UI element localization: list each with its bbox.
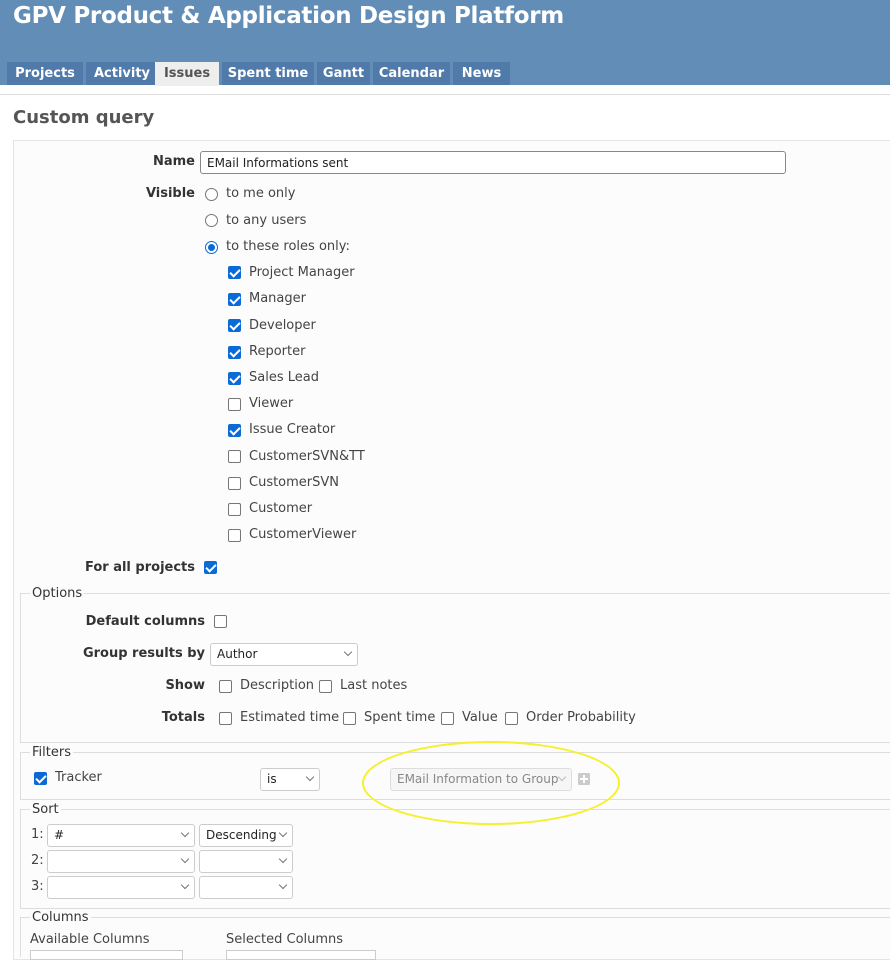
show-last-notes-checkbox[interactable]	[319, 680, 332, 693]
visibility-radio-any-users[interactable]	[205, 214, 218, 227]
totals-order-probability-checkbox[interactable]	[505, 712, 518, 725]
role-checkbox-issue-creator[interactable]	[228, 424, 241, 437]
role-label: Viewer	[249, 396, 294, 411]
chevron-down-icon	[180, 854, 190, 864]
all-projects-checkbox[interactable]	[204, 561, 217, 574]
show-description-label: Description	[240, 678, 315, 693]
chevron-down-icon	[305, 772, 315, 782]
sort-field-value: #	[54, 828, 65, 842]
visibility-radio-roles-only[interactable]	[205, 241, 218, 254]
role-label: Sales Lead	[249, 370, 319, 385]
tab-calendar[interactable]: Calendar	[373, 62, 450, 85]
sort-order-select-3[interactable]	[199, 876, 293, 899]
default-columns-checkbox[interactable]	[214, 615, 227, 628]
sort-index: 2:	[31, 853, 44, 868]
show-last-notes-label: Last notes	[340, 678, 408, 693]
role-label: CustomerSVN&TT	[249, 449, 365, 464]
sort-order-value: Descending	[206, 828, 277, 842]
filter-operator-value: is	[267, 772, 277, 786]
sort-index: 3:	[31, 879, 44, 894]
filters-legend: Filters	[30, 745, 73, 760]
selected-columns-list[interactable]	[226, 950, 376, 960]
chevron-down-icon	[278, 828, 288, 838]
chevron-down-icon	[343, 647, 353, 657]
visibility-radio-me-only[interactable]	[205, 188, 218, 201]
group-by-value: Author	[217, 647, 258, 661]
sort-index: 1:	[31, 827, 44, 842]
sort-order-select-2[interactable]	[199, 850, 293, 873]
chevron-down-icon	[180, 880, 190, 890]
totals-estimated-time-label: Estimated time	[240, 710, 340, 725]
tab-projects[interactable]: Projects	[7, 62, 83, 85]
tab-issues[interactable]: Issues	[155, 62, 219, 86]
available-columns-list[interactable]	[30, 950, 183, 960]
app-title: GPV Product & Application Design Platfor…	[13, 3, 564, 29]
sort-field-select-1[interactable]: #	[47, 824, 195, 847]
role-checkbox-manager[interactable]	[228, 293, 241, 306]
role-checkbox-sales-lead[interactable]	[228, 372, 241, 385]
all-projects-label: For all projects	[84, 560, 195, 575]
options-legend: Options	[30, 586, 85, 601]
name-input[interactable]: EMail Informations sent	[200, 151, 786, 174]
totals-spent-time-checkbox[interactable]	[343, 712, 356, 725]
sort-legend: Sort	[30, 802, 61, 817]
chevron-down-icon	[278, 880, 288, 890]
role-checkbox-customerviewer[interactable]	[228, 529, 241, 542]
chevron-down-icon	[278, 854, 288, 864]
role-checkbox-customersvn[interactable]	[228, 477, 241, 490]
default-columns-label: Default columns	[85, 614, 205, 629]
totals-value-label: Value	[462, 710, 498, 725]
filter-tracker-checkbox[interactable]	[34, 772, 47, 785]
role-checkbox-customersvn-tt[interactable]	[228, 450, 241, 463]
columns-legend: Columns	[30, 910, 91, 925]
available-columns-label: Available Columns	[30, 932, 150, 947]
role-checkbox-developer[interactable]	[228, 319, 241, 332]
role-checkbox-project-manager[interactable]	[228, 266, 241, 279]
totals-label: Totals	[161, 710, 205, 725]
sort-field-select-3[interactable]	[47, 876, 195, 899]
role-label: Customer	[249, 501, 313, 516]
tab-gantt[interactable]: Gantt	[317, 62, 370, 85]
tab-activity[interactable]: Activity	[86, 62, 158, 85]
visibility-label-any-users: to any users	[226, 213, 307, 228]
group-by-select[interactable]: Author	[210, 643, 358, 666]
name-label: Name	[152, 154, 195, 169]
role-label: Reporter	[249, 344, 306, 359]
role-label: Manager	[249, 291, 306, 306]
role-label: Project Manager	[249, 265, 355, 280]
visibility-label-me-only: to me only	[226, 186, 296, 201]
show-label: Show	[165, 678, 205, 693]
role-checkbox-viewer[interactable]	[228, 398, 241, 411]
role-label: CustomerViewer	[249, 527, 357, 542]
show-description-checkbox[interactable]	[219, 680, 232, 693]
page-title: Custom query	[13, 107, 155, 128]
totals-order-probability-label: Order Probability	[526, 710, 636, 725]
role-checkbox-reporter[interactable]	[228, 346, 241, 359]
totals-estimated-time-checkbox[interactable]	[219, 712, 232, 725]
filter-tracker-label: Tracker	[55, 770, 102, 785]
chevron-down-icon	[180, 828, 190, 838]
sort-field-select-2[interactable]	[47, 850, 195, 873]
tab-news[interactable]: News	[453, 62, 510, 85]
role-label: CustomerSVN	[249, 475, 340, 490]
tab-spent-time[interactable]: Spent time	[222, 62, 314, 85]
visible-label: Visible	[145, 186, 195, 201]
sort-order-select-1[interactable]: Descending	[199, 824, 293, 847]
role-label: Developer	[249, 318, 316, 333]
group-by-label: Group results by	[82, 646, 205, 661]
role-checkbox-customer[interactable]	[228, 503, 241, 516]
totals-value-checkbox[interactable]	[441, 712, 454, 725]
visibility-label-roles-only: to these roles only:	[226, 239, 350, 254]
selected-columns-label: Selected Columns	[226, 932, 344, 947]
header: GPV Product & Application Design Platfor…	[0, 0, 890, 86]
role-label: Issue Creator	[249, 422, 336, 437]
totals-spent-time-label: Spent time	[364, 710, 436, 725]
filter-operator-select[interactable]: is	[260, 768, 320, 791]
